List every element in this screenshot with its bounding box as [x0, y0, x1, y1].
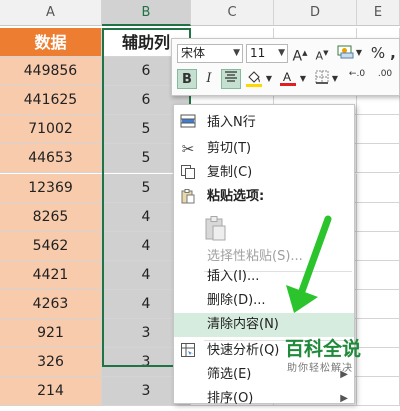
submenu-arrow-icon: ▶ [340, 393, 348, 404]
italic-button[interactable]: I [199, 69, 219, 89]
watermark: 百科全说 助你轻松解决 [285, 334, 365, 374]
empty-cell[interactable] [357, 144, 400, 174]
svg-text:A: A [283, 70, 291, 84]
chevron-down-icon[interactable]: ▼ [298, 69, 308, 89]
column-header-d[interactable]: D [274, 0, 357, 26]
menu-item-insert-n-rows[interactable]: 插入N行 [174, 111, 354, 135]
menu-item-cut[interactable]: ✂ 剪切(T) [174, 137, 354, 161]
column-header-b[interactable]: B [102, 0, 191, 26]
menu-item-label: 排序(O) [207, 391, 254, 406]
align-center-button[interactable] [221, 69, 241, 89]
menu-item-label: 删除(D)... [207, 293, 266, 308]
menu-item-sort[interactable]: 排序(O) ▶ [174, 387, 354, 411]
menu-item-label: 插入N行 [207, 115, 256, 130]
decrease-font-button[interactable]: A▼ [312, 43, 332, 63]
data-cell[interactable]: 214 [0, 377, 102, 407]
font-size-box[interactable]: 11 ▼ [246, 44, 288, 63]
fill-color-button[interactable] [244, 69, 264, 89]
font-color-button[interactable]: A [278, 69, 298, 89]
empty-cell[interactable] [357, 115, 400, 145]
chevron-down-icon: ▼ [233, 48, 240, 58]
data-cell[interactable]: 4421 [0, 260, 102, 290]
insert-rows-icon [179, 114, 197, 132]
empty-cell[interactable] [357, 173, 400, 203]
empty-cell[interactable] [357, 202, 400, 232]
menu-item-label: 插入(I)... [207, 269, 260, 284]
scissors-icon: ✂ [181, 140, 195, 158]
data-cell[interactable]: 5462 [0, 231, 102, 261]
increase-font-label: A [292, 48, 303, 65]
chevron-down-icon: ▼ [278, 48, 285, 58]
watermark-subtitle: 助你轻松解决 [287, 363, 353, 374]
borders-button[interactable] [312, 69, 332, 89]
column-header-a[interactable]: A [0, 0, 102, 26]
data-cell[interactable]: 449856 [0, 57, 102, 87]
comma-button[interactable]: , [386, 43, 400, 63]
menu-item-label: 快速分析(Q) [207, 343, 280, 358]
copy-icon [179, 164, 197, 182]
bold-button[interactable]: B [177, 69, 197, 89]
column-header-c[interactable]: C [191, 0, 274, 26]
menu-item-copy[interactable]: 复制(C) [174, 161, 354, 185]
data-cell[interactable]: 921 [0, 319, 102, 349]
borders-icon [315, 70, 329, 84]
increase-decimal-button[interactable]: ←.0 [344, 69, 370, 89]
data-cell[interactable]: 44653 [0, 144, 102, 174]
empty-cell[interactable] [357, 231, 400, 261]
increase-decimal-label: ←.0 [348, 69, 366, 79]
increase-font-button[interactable]: A▲ [290, 43, 310, 65]
data-cell[interactable]: 441625 [0, 86, 102, 116]
paint-bucket-icon [246, 71, 262, 87]
decrease-decimal-label: .00 [377, 69, 393, 79]
empty-cell[interactable] [357, 377, 400, 407]
empty-cell[interactable] [357, 289, 400, 319]
menu-item-label: 剪切(T) [207, 141, 252, 156]
data-cell[interactable]: 8265 [0, 202, 102, 232]
font-name-box[interactable]: 宋体 ▼ [177, 44, 243, 63]
decrease-font-label: A [315, 49, 324, 63]
watermark-title: 百科全说 [285, 338, 362, 360]
font-name-value: 宋体 [181, 46, 206, 60]
data-cell[interactable]: 4263 [0, 289, 102, 319]
pointer-arrow-icon [286, 215, 332, 313]
chevron-down-icon[interactable]: ▼ [264, 69, 274, 89]
number-format-button[interactable] [336, 43, 356, 63]
font-color-icon: A [280, 70, 296, 86]
currency-icon [337, 45, 354, 59]
menu-item-label: 筛选(E) [207, 367, 252, 382]
font-size-value: 11 [250, 46, 266, 60]
chevron-down-icon[interactable]: ▼ [354, 43, 364, 63]
menu-item-label: 清除内容(N) [207, 317, 279, 332]
empty-cell[interactable] [357, 260, 400, 290]
menu-item-paste-options: 粘贴选项: [174, 185, 354, 209]
chevron-down-icon[interactable]: ▼ [330, 69, 340, 89]
column-header-e[interactable]: E [357, 0, 400, 26]
percent-button[interactable]: % [368, 43, 388, 63]
decrease-decimal-button[interactable]: .00 [372, 69, 398, 89]
data-cell[interactable]: 71002 [0, 115, 102, 145]
menu-item-label: 粘贴选项: [207, 189, 265, 204]
menu-item-label: 复制(C) [207, 165, 253, 180]
data-cell[interactable]: 326 [0, 348, 102, 378]
header-cell-data[interactable]: 数据 [0, 28, 102, 58]
quick-analysis-icon [179, 342, 197, 360]
align-center-icon [225, 71, 237, 82]
data-cell[interactable]: 12369 [0, 173, 102, 203]
paste-icon [179, 188, 197, 206]
mini-toolbar: 宋体 ▼ 11 ▼ A▲ A▼ ▼ % , B I ▼ A ▼ ▼ ←.0 .0… [171, 38, 400, 96]
